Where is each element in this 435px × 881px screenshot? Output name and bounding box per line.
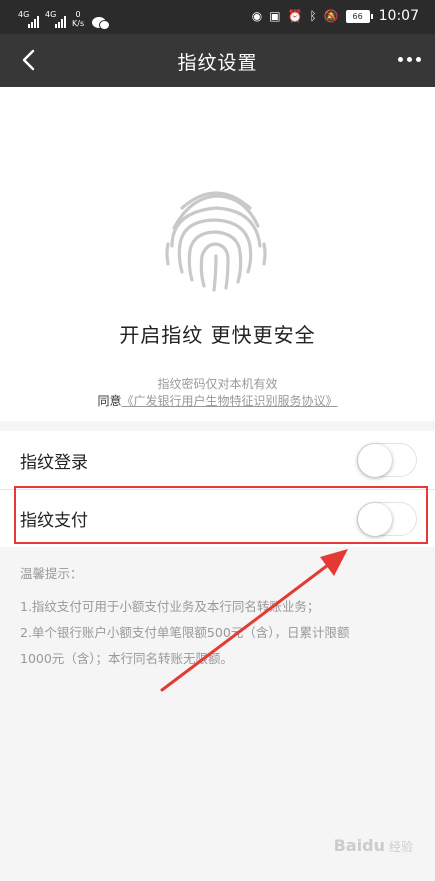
tips-line: 2.单个银行账户小额支付单笔限额500元（含），日累计限额: [20, 625, 350, 640]
toggle-knob: [358, 503, 392, 536]
tips-section: 温馨提示： 1.指纹支付可用于小额支付业务及本行同名转账业务； 2.单个银行账户…: [20, 563, 421, 672]
setting-label: 指纹登录: [20, 452, 88, 473]
network-type-sim1: 4G: [18, 10, 30, 19]
status-right: ◉ ▣ ⏰ ᛒ 🔕 66 10:07: [252, 8, 419, 24]
network-speed-unit: K/s: [72, 19, 85, 28]
network-speed-value: 0: [75, 10, 81, 19]
toggle-knob: [358, 444, 392, 477]
nfc-icon: ▣: [269, 9, 281, 23]
agreement-line: 同意《广发银行用户生物特征识别服务协议》: [0, 392, 435, 409]
fingerprint-icon: [165, 191, 267, 292]
fingerprint-payment-toggle[interactable]: [357, 502, 417, 536]
agreement-prefix: 同意: [97, 394, 122, 408]
more-button[interactable]: [398, 57, 421, 62]
status-time: 10:07: [378, 8, 419, 24]
more-dot-icon: [407, 57, 412, 62]
setting-row-fingerprint-payment: 指纹支付: [0, 489, 435, 547]
tips-title: 温馨提示：: [20, 566, 83, 581]
bluetooth-icon: ᛒ: [309, 9, 317, 23]
mute-icon: 🔕: [323, 9, 339, 23]
more-dot-icon: [398, 57, 403, 62]
network-type-sim2: 4G: [45, 10, 57, 19]
setting-label: 指纹支付: [20, 511, 88, 531]
hero-headline: 开启指纹 更快更安全: [119, 323, 316, 347]
signal-icon-sim2: 4G: [45, 10, 66, 28]
agreement-link[interactable]: 《广发银行用户生物特征识别服务协议》: [122, 394, 338, 408]
hero-section: 开启指纹 更快更安全 指纹密码仅对本机有效 同意《广发银行用户生物特征识别服务协…: [0, 87, 435, 421]
alarm-icon: ⏰: [287, 9, 303, 23]
watermark-brand: Baidu: [333, 836, 385, 855]
settings-list: 指纹登录 指纹支付: [0, 431, 435, 547]
watermark-logo: Baidu 经验: [334, 836, 413, 855]
page-title: 指纹设置: [177, 52, 258, 74]
wechat-icon: [92, 17, 111, 30]
signal-icon-sim1: 4G: [18, 10, 39, 28]
battery-icon: 66: [345, 9, 373, 23]
setting-row-fingerprint-login: 指纹登录: [0, 431, 435, 489]
eye-icon: ◉: [251, 9, 263, 23]
fingerprint-login-toggle[interactable]: [357, 443, 417, 477]
tips-line: 1000元（含）；本行同名转账无限额。: [20, 651, 234, 666]
status-left: 4G 4G 0 K/s: [18, 6, 111, 30]
more-dot-icon: [416, 57, 421, 62]
status-bar: 4G 4G 0 K/s ◉ ▣ ⏰ ᛒ 🔕 66 10:07: [0, 0, 435, 34]
hero-note: 指纹密码仅对本机有效: [157, 377, 278, 391]
tips-line: 1.指纹支付可用于小额支付业务及本行同名转账业务；: [20, 599, 320, 614]
network-speed: 0 K/s: [72, 10, 84, 28]
watermark-suffix: 经验: [388, 840, 413, 854]
nav-bar: 指纹设置: [0, 34, 435, 87]
